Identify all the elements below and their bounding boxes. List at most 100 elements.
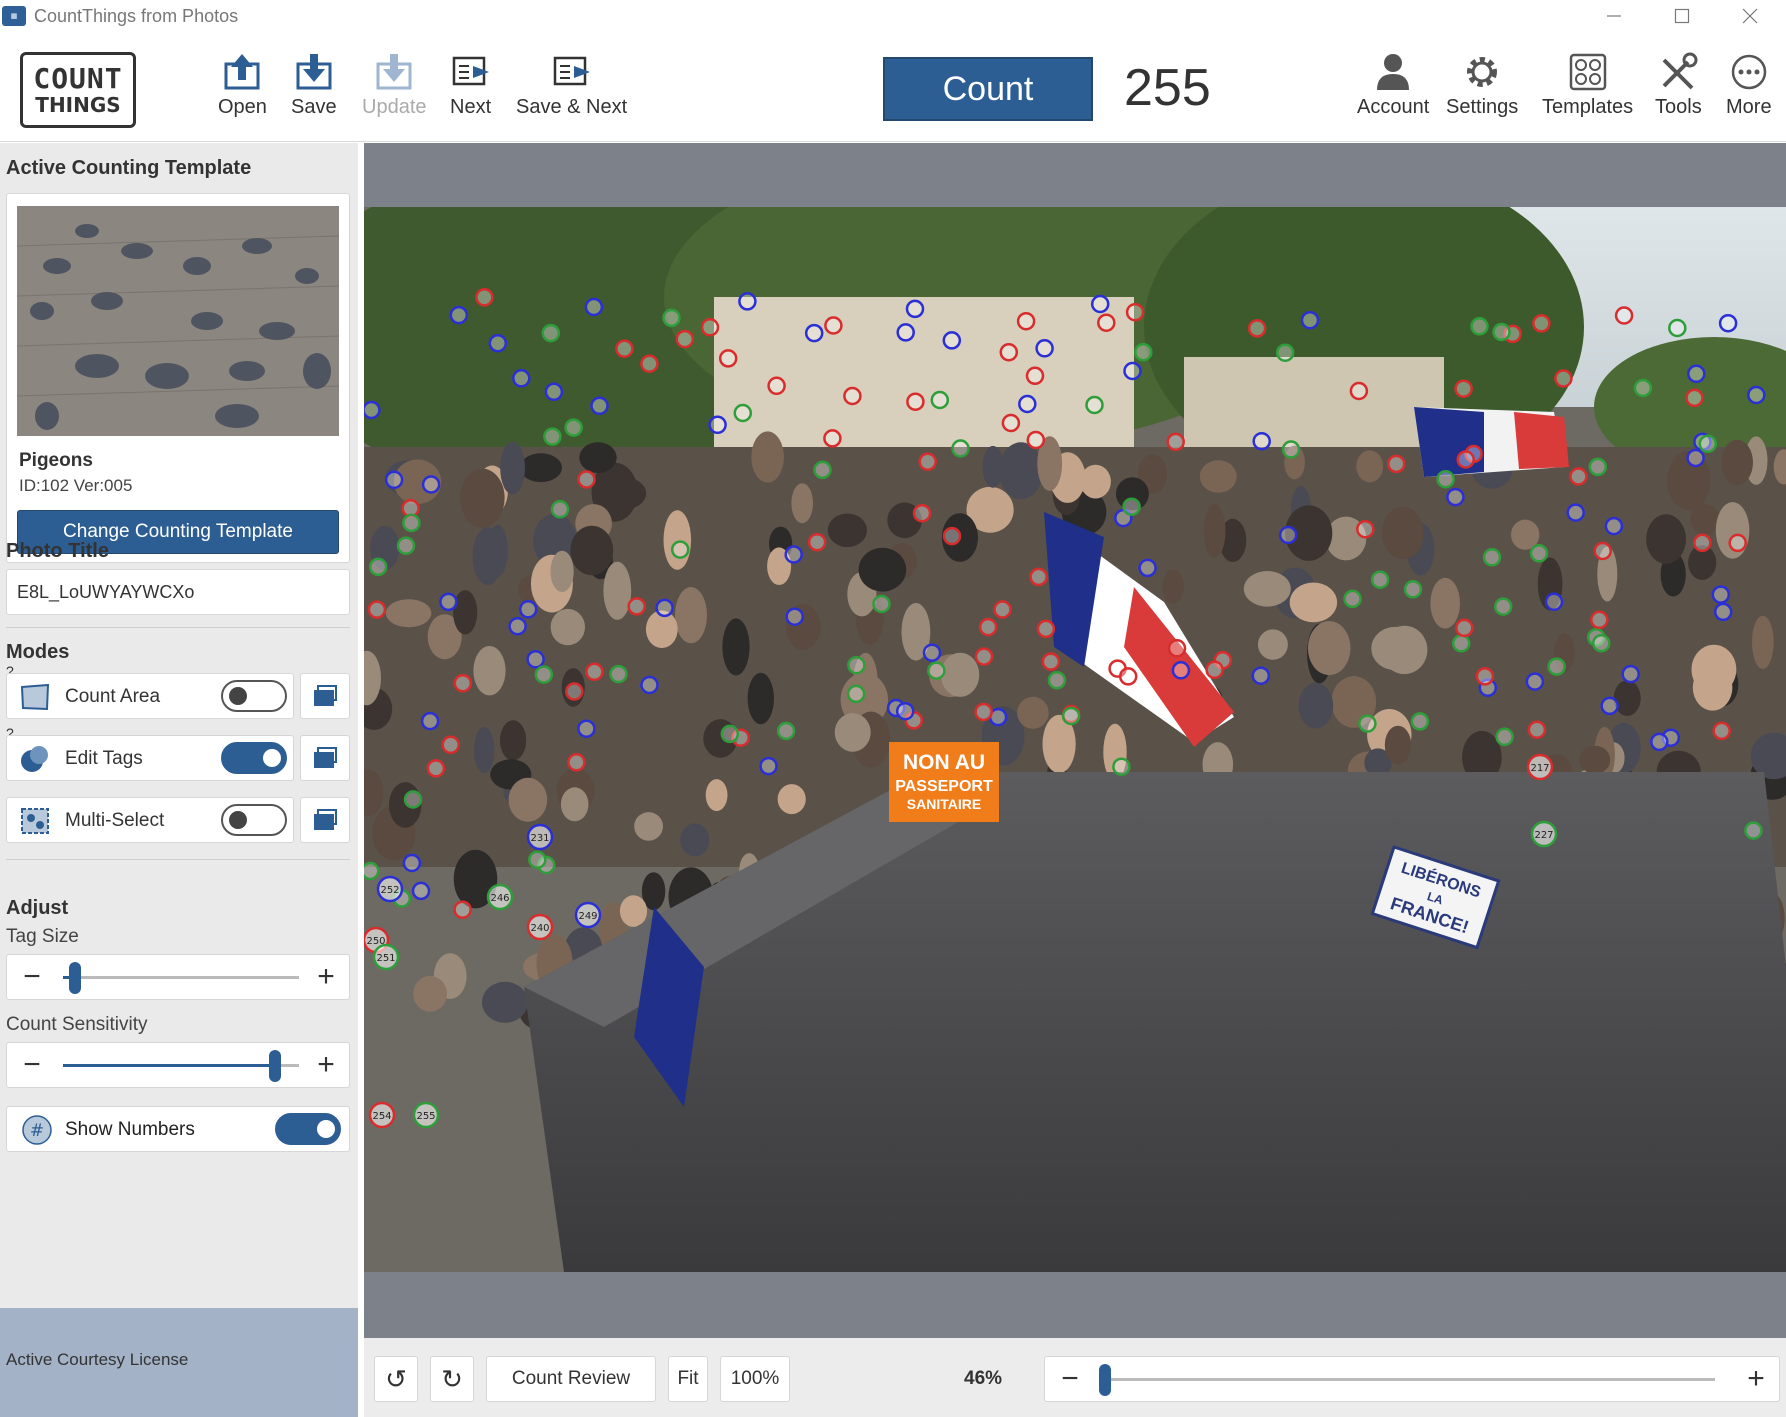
rotate-left-button[interactable]: ↺ [374, 1356, 418, 1402]
count-tag[interactable] [550, 500, 570, 519]
count-tag[interactable] [441, 735, 460, 755]
count-tag[interactable] [999, 342, 1019, 362]
show-numbers-row[interactable]: # Show Numbers [6, 1106, 350, 1152]
count-tag[interactable] [1018, 394, 1037, 414]
count-tag[interactable] [518, 600, 538, 619]
count-tag[interactable] [1728, 533, 1747, 553]
count-tag[interactable] [1085, 395, 1104, 415]
count-tag[interactable] [1685, 388, 1704, 408]
count-tag[interactable] [655, 598, 674, 618]
count-tag[interactable] [930, 390, 950, 410]
count-tag[interactable] [534, 665, 554, 684]
count-tag[interactable] [1205, 660, 1224, 680]
count-tag[interactable] [1025, 366, 1045, 386]
count-tag[interactable] [488, 333, 508, 353]
settings-button[interactable]: Settings [1446, 52, 1518, 119]
count-tag[interactable] [1446, 487, 1465, 507]
count-tag[interactable] [662, 308, 681, 328]
count-tag[interactable] [1547, 657, 1566, 676]
count-tag-numbered[interactable]: 254 [368, 1101, 396, 1129]
count-tag[interactable] [1529, 544, 1549, 563]
count-tag[interactable] [567, 753, 586, 772]
count-tag-numbered[interactable]: 249 [574, 901, 602, 929]
count-tag[interactable] [402, 853, 422, 873]
multi-select-mode[interactable]: Multi-Select [6, 797, 294, 843]
count-tag[interactable] [615, 339, 634, 358]
count-tag[interactable] [1456, 450, 1475, 469]
minimize-button[interactable] [1580, 0, 1648, 32]
count-tag[interactable] [411, 881, 431, 901]
update-button[interactable]: Update [362, 52, 427, 119]
count-tag[interactable] [420, 711, 440, 731]
count-tag[interactable] [1122, 497, 1141, 516]
count-tag[interactable] [1687, 364, 1706, 384]
count-tag[interactable] [1349, 381, 1369, 401]
count-tag[interactable] [1592, 633, 1611, 653]
templates-button[interactable]: Templates [1542, 52, 1633, 119]
count-tag[interactable] [974, 702, 993, 722]
count-tag[interactable] [1492, 322, 1511, 342]
count-tag[interactable] [1718, 313, 1738, 333]
count-tag[interactable] [384, 470, 404, 490]
count-tag[interactable] [1167, 639, 1187, 658]
count-tag[interactable] [1026, 430, 1046, 450]
photo-title-field[interactable]: E8L_LoUWYAYWCXo [6, 569, 350, 615]
count-tag[interactable] [1134, 342, 1153, 362]
count-tag[interactable] [1123, 361, 1142, 381]
count-tag[interactable] [453, 900, 472, 919]
count-tag[interactable] [1016, 311, 1036, 331]
multi-select-toggle[interactable] [221, 804, 287, 836]
count-tag[interactable] [847, 655, 866, 675]
count-tag[interactable] [1251, 666, 1271, 685]
tag-size-thumb[interactable] [68, 962, 81, 994]
count-tag[interactable] [738, 292, 757, 311]
count-tag[interactable] [1693, 533, 1712, 553]
count-tag[interactable] [1370, 570, 1390, 589]
count-tag[interactable] [718, 349, 738, 368]
count-tag[interactable] [512, 369, 531, 388]
show-numbers-toggle[interactable] [275, 1113, 341, 1145]
count-tag[interactable] [1166, 432, 1185, 452]
tag-size-decrease-button[interactable]: − [11, 955, 53, 999]
count-tag[interactable] [1600, 696, 1619, 716]
count-tag[interactable] [993, 600, 1012, 619]
count-tag[interactable] [813, 460, 832, 480]
count-tag[interactable] [1747, 385, 1766, 405]
count-tag[interactable] [1001, 413, 1021, 433]
count-tag[interactable] [1278, 525, 1298, 545]
count-tag[interactable] [872, 594, 891, 614]
count-tag[interactable] [1436, 469, 1455, 489]
count-tag[interactable] [1525, 672, 1545, 691]
count-tag[interactable] [1744, 821, 1763, 840]
count-tag[interactable] [1554, 369, 1573, 388]
count-tag[interactable] [733, 403, 753, 423]
count-tag[interactable] [590, 396, 609, 416]
count-sensitivity-slider[interactable]: − + [6, 1042, 350, 1088]
count-tag[interactable] [1252, 431, 1271, 451]
count-tag[interactable] [1633, 378, 1653, 398]
count-sensitivity-track[interactable] [63, 1050, 299, 1082]
count-tag[interactable] [824, 316, 843, 335]
count-tag[interactable] [1698, 434, 1718, 454]
count-tag[interactable] [1614, 306, 1634, 325]
count-tag[interactable] [823, 429, 842, 448]
count-tag[interactable] [1588, 457, 1608, 477]
count-tag[interactable] [1061, 706, 1081, 726]
count-tag[interactable] [1544, 592, 1564, 612]
count-tag[interactable] [1403, 580, 1423, 599]
count-tag-numbered[interactable]: 255 [412, 1101, 440, 1129]
count-tag[interactable] [1035, 339, 1054, 358]
count-tag[interactable] [1495, 727, 1514, 747]
count-tag[interactable] [951, 439, 970, 458]
count-tag[interactable] [1343, 589, 1362, 609]
count-tag[interactable] [1041, 652, 1061, 671]
count-tag[interactable] [364, 861, 380, 881]
count-tag[interactable] [1097, 313, 1116, 332]
next-button[interactable]: Next [450, 52, 491, 119]
count-tag[interactable] [1686, 448, 1705, 468]
open-button[interactable]: Open [218, 52, 267, 119]
fit-button[interactable]: Fit [668, 1356, 708, 1402]
zoom-track[interactable] [1099, 1364, 1715, 1396]
maximize-button[interactable] [1648, 0, 1716, 32]
zoom-thumb[interactable] [1099, 1364, 1111, 1396]
